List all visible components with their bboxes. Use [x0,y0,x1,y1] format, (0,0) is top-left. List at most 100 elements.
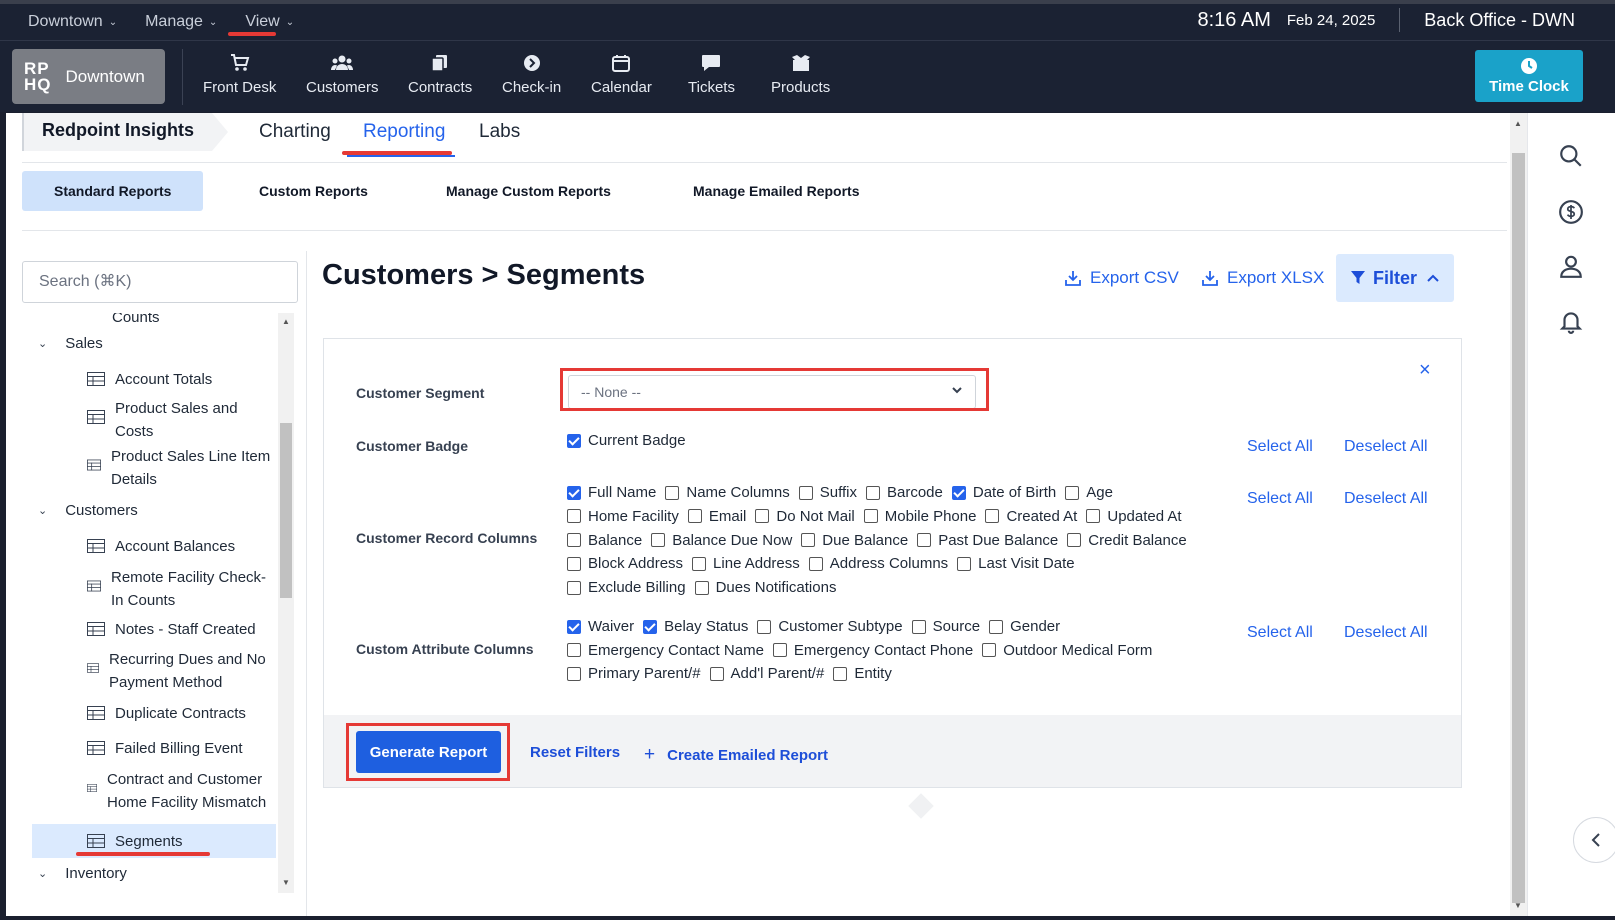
checkbox-do-not-mail[interactable]: Do Not Mail [755,508,855,525]
tree-item-account-balances[interactable]: Account Balances [87,535,235,558]
checkbox-updated-at[interactable]: Updated At [1086,508,1182,525]
main-scrollbar[interactable]: ▲ ▼ [1510,113,1527,916]
checkbox-created-at[interactable]: Created At [985,508,1077,525]
checkbox-unchecked[interactable] [772,643,787,657]
checkbox-exclude-billing[interactable]: Exclude Billing [567,579,686,596]
tree-item-failed-billing-event[interactable]: Failed Billing Event [87,737,243,760]
checkbox-address-columns[interactable]: Address Columns [808,555,948,572]
checkbox-unchecked[interactable] [567,556,581,571]
checkbox-outdoor-medical-form[interactable]: Outdoor Medical Form [982,642,1152,659]
checkbox-unchecked[interactable] [957,556,972,571]
checkbox-unchecked[interactable] [1065,485,1080,500]
checkbox-unchecked[interactable] [917,533,932,548]
checkbox-unchecked[interactable] [567,509,581,524]
export-csv-button[interactable]: Export CSV [1064,268,1179,288]
tree-item-home-facility-mismatch[interactable]: Contract and Customer Home Facility Mism… [87,768,272,814]
nav-tickets[interactable]: Tickets [688,53,735,96]
checkbox-unchecked[interactable] [801,533,816,548]
checkbox-unchecked[interactable] [808,556,823,571]
sidebar-scrollbar[interactable]: ▲ ▼ [278,313,294,893]
checkbox-suffix[interactable]: Suffix [798,484,857,501]
subtab-manage-custom-reports[interactable]: Manage Custom Reports [446,171,611,211]
checkbox-unchecked[interactable] [989,619,1004,634]
checkbox-customer-subtype[interactable]: Customer Subtype [757,618,903,635]
checkbox-unchecked[interactable] [665,485,680,500]
report-search-input[interactable] [22,261,298,303]
checkbox-barcode[interactable]: Barcode [865,484,943,501]
tree-group-sales[interactable]: ⌄ Sales [38,335,103,352]
tree-item-product-sales-line-item-details[interactable]: Product Sales Line Item Details [87,445,276,491]
dollar-icon[interactable] [1558,199,1584,225]
scroll-down-icon[interactable]: ▼ [1514,901,1522,910]
checkbox-home-facility[interactable]: Home Facility [567,508,679,525]
checkbox-due-balance[interactable]: Due Balance [801,532,908,549]
checkbox-credit-balance[interactable]: Credit Balance [1067,532,1187,549]
close-icon[interactable]: × [1419,359,1431,382]
checkbox-unchecked[interactable] [694,580,709,595]
nav-contracts[interactable]: Contracts [408,53,472,96]
tree-item-notes-staff-created[interactable]: Notes - Staff Created [87,618,256,641]
facility-logo-button[interactable]: RP HQ Downtown [12,49,165,104]
checkbox-primary-parent-[interactable]: Primary Parent/# [567,665,701,682]
checkbox-block-address[interactable]: Block Address [567,555,683,572]
search-icon[interactable] [1558,143,1584,169]
checkbox-checked[interactable] [567,619,581,634]
attribute-select-all[interactable]: Select All [1247,624,1313,642]
user-icon[interactable] [1558,253,1584,279]
tree-item-recurring-dues[interactable]: Recurring Dues and No Payment Method [87,648,272,694]
checkbox-name-columns[interactable]: Name Columns [665,484,790,501]
checkbox-unchecked[interactable] [692,556,707,571]
checkbox-waiver[interactable]: Waiver [567,618,634,635]
nav-products[interactable]: Products [771,53,830,96]
scroll-down-icon[interactable]: ▼ [282,878,290,887]
subtab-manage-emailed-reports[interactable]: Manage Emailed Reports [693,171,860,211]
checkbox-past-due-balance[interactable]: Past Due Balance [917,532,1058,549]
checkbox-age[interactable]: Age [1065,484,1113,501]
tree-group-inventory[interactable]: ⌄ Inventory [38,865,127,882]
nav-check-in[interactable]: Check-in [502,53,561,96]
checkbox-line-address[interactable]: Line Address [692,555,800,572]
badge-deselect-all[interactable]: Deselect All [1344,438,1428,456]
create-emailed-report-link[interactable]: + Create Emailed Report [644,744,828,766]
tree-item[interactable]: Counts [112,313,160,329]
checkbox-balance-due-now[interactable]: Balance Due Now [651,532,792,549]
scrollbar-thumb[interactable] [280,423,292,598]
menu-downtown[interactable]: Downtown ⌄ [28,13,117,31]
checkbox-unchecked[interactable] [567,643,581,657]
checkbox-add-l-parent-[interactable]: Add'l Parent/# [709,665,824,682]
checkbox-unchecked[interactable] [798,485,813,500]
checkbox-gender[interactable]: Gender [989,618,1060,635]
bell-icon[interactable] [1558,308,1584,334]
reset-filters-link[interactable]: Reset Filters [530,744,620,761]
checkbox-balance[interactable]: Balance [567,532,642,549]
checkbox-unchecked[interactable] [755,509,770,524]
office-name[interactable]: Back Office - DWN [1424,10,1575,31]
checkbox-date-of-birth[interactable]: Date of Birth [951,484,1056,501]
checkbox-current-badge[interactable]: Current Badge [567,432,686,449]
export-xlsx-button[interactable]: Export XLSX [1201,268,1324,288]
checkbox-unchecked[interactable] [985,509,1000,524]
checkbox-emergency-contact-phone[interactable]: Emergency Contact Phone [772,642,973,659]
scroll-up-icon[interactable]: ▲ [282,317,290,326]
tab-reporting[interactable]: Reporting [363,121,445,143]
checkbox-checked[interactable] [567,485,581,500]
scroll-up-icon[interactable]: ▲ [1514,119,1522,128]
collapse-rail-button[interactable] [1573,817,1615,863]
checkbox-unchecked[interactable] [1086,509,1101,524]
checkbox-mobile-phone[interactable]: Mobile Phone [863,508,976,525]
tree-item-remote-facility-check-in-counts[interactable]: Remote Facility Check-In Counts [87,566,272,612]
nav-calendar[interactable]: Calendar [591,53,652,96]
checkbox-email[interactable]: Email [687,508,746,525]
checkbox-unchecked[interactable] [709,666,724,681]
checkbox-checked[interactable] [643,619,658,634]
checkbox-unchecked[interactable] [757,619,772,634]
checkbox-unchecked[interactable] [982,643,997,657]
time-clock-button[interactable]: Time Clock [1475,50,1583,102]
checkbox-emergency-contact-name[interactable]: Emergency Contact Name [567,642,764,659]
checkbox-unchecked[interactable] [651,533,666,548]
checkbox-unchecked[interactable] [567,533,581,548]
menu-manage[interactable]: Manage ⌄ [145,13,217,31]
record-select-all[interactable]: Select All [1247,490,1313,508]
tree-item-product-sales-and-costs[interactable]: Product Sales and Costs [87,397,257,443]
record-deselect-all[interactable]: Deselect All [1344,490,1428,508]
